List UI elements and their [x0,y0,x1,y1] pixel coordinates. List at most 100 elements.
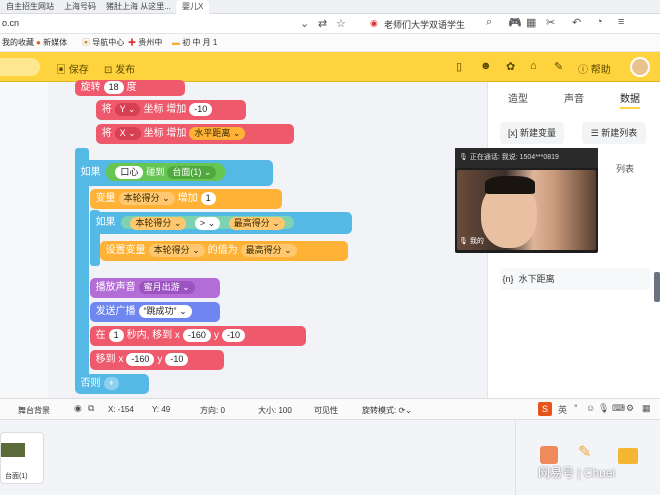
video-call-caption: 🎙 正在通话: 我说: 1504***0819 [455,148,598,168]
ime-grid-icon[interactable]: ▦ [642,403,651,414]
touching-color-condition[interactable]: 口心 碰到 台面(1) ⌄ [106,163,226,182]
x-readout[interactable]: X: -154 [108,405,134,414]
publish-button[interactable]: ⊡ 发布 [104,61,135,76]
bookmark-item[interactable]: 我的收藏 [2,37,34,48]
game-icon[interactable]: 🎮 [508,16,522,29]
bookmark-folder[interactable]: ▬ 初 中 月 1 [172,37,217,48]
change-variable-block[interactable]: 变量 本轮得分 ⌄ 增加 1 [90,189,282,209]
mic-indicator: 🎙 我的 [459,238,484,245]
history-icon[interactable]: ◔ [596,16,603,28]
search-engine-icon[interactable]: ◉ [370,18,378,29]
search-icon[interactable]: ⌕ [486,16,492,29]
avatar[interactable] [630,57,650,77]
bookmark-item[interactable]: ▣ 导航中心 [82,37,124,48]
phone-icon[interactable]: ▯ [456,60,462,73]
x-input[interactable]: -160 [182,328,211,342]
new-list-button[interactable]: ☰ 新建列表 [582,122,646,144]
ime-punct-icon[interactable]: ° [574,403,578,413]
upload-folder-icon[interactable] [618,448,638,464]
sprite-thumbnail-image [1,443,25,457]
go-to-xy-block[interactable]: 移到 x -160 y -10 [90,350,224,370]
sogou-ime-icon[interactable]: S [538,402,552,416]
emoji-icon[interactable]: ☺ [586,403,595,413]
variable-dropdown[interactable]: 本轮得分 ⌄ [118,191,175,205]
browser-tab-active[interactable]: 婴儿X [176,0,210,14]
change-x-block[interactable]: 将X ⌄ 坐标 增加 水平距离 ⌄ [96,124,294,144]
size-readout[interactable]: 大小: 100 [258,405,292,416]
search-input[interactable]: 老师们大学双语学生 [384,18,465,31]
help-button[interactable]: ⓘ 帮助 [578,61,611,76]
project-name-field[interactable] [0,58,40,76]
block-palette-edge [0,82,48,398]
copy-icon[interactable]: ⧉ [88,403,94,414]
axis-dropdown[interactable]: X ⌄ [114,126,141,140]
bookmark-item[interactable]: ● 新媒体 [36,37,67,48]
save-button[interactable]: ▣ 保存 [56,61,89,76]
tab-data[interactable]: 数据 [620,90,640,109]
browser-tab[interactable]: 自主招生网站 [0,0,60,14]
tab-sounds[interactable]: 声音 [564,90,584,105]
share-icon[interactable]: ⇄ [318,17,327,30]
y-input[interactable]: -10 [221,328,245,342]
sprite-list-area: 台面(1) ✎ 网易号 | Chuei [0,420,660,495]
browser-tab[interactable]: 上海号码 [58,0,102,14]
mascot-icon[interactable]: ☻ [480,60,492,72]
grid-icon[interactable]: ▦ [526,16,536,29]
sprite-thumbnail-label: 台面(1) [5,473,28,480]
variable-item[interactable]: {n} 水下距离 [500,268,650,290]
glide-block[interactable]: 在 1 秒内, 移到 x -160 y -10 [90,326,306,346]
extension-icon[interactable]: ✿ [506,60,515,73]
y-input[interactable]: -10 [165,352,189,366]
y-readout[interactable]: Y: 49 [152,405,170,414]
watermark: 网易号 | Chuei [538,466,616,480]
sound-dropdown[interactable]: 蜜月出游 ⌄ [138,280,195,294]
seconds-input[interactable]: 1 [108,328,124,342]
star-icon[interactable]: ☆ [336,17,346,30]
rotation-mode[interactable]: 旋转模式: ⟳⌄ [362,405,412,416]
axis-dropdown[interactable]: Y ⌄ [114,102,141,116]
sprite-name-field[interactable]: 舞台背景 [18,405,50,416]
tab-costumes[interactable]: 造型 [508,90,528,105]
bookmark-item[interactable]: ✚ 贵州中 [128,37,162,48]
menu-icon[interactable]: ≡ [618,16,624,28]
direction-readout[interactable]: 方向: 0 [200,405,225,416]
value-input[interactable]: -10 [189,102,213,116]
visibility-label: 可见性 [314,406,338,415]
broadcast-block[interactable]: 发送广播 “跳成功” ⌄ [90,302,220,322]
url-text[interactable]: o.cn [2,18,19,28]
change-y-block[interactable]: 将Y ⌄ 坐标 增加 -10 [96,100,246,120]
inner-if-block[interactable]: 如果 本轮得分 ⌄ > ⌄ 最高得分 ⌄ [90,212,352,234]
paint-sprite-icon[interactable]: ✎ [578,442,591,462]
turn-block[interactable]: 旋转 18 度 [75,80,185,96]
sprite-thumbnail[interactable]: 台面(1) [0,432,44,484]
x-input[interactable]: -160 [126,352,155,366]
panel-scroll-handle[interactable] [654,272,660,302]
if-block[interactable]: 如果 口心 碰到 台面(1) ⌄ [75,160,273,186]
variable-reporter[interactable]: 最高得分 ⌄ [240,243,297,257]
set-variable-block[interactable]: 设置变量 本轮得分 ⌄ 的值为 最高得分 ⌄ [100,241,348,261]
message-dropdown[interactable]: “跳成功” ⌄ [138,304,192,318]
editor-header: ▣ 保存 ⊡ 发布 ▯ ☻ ✿ ⌂ ✎ ⓘ 帮助 [0,52,660,82]
play-sound-block[interactable]: 播放声音 蜜月出游 ⌄ [90,278,220,298]
add-branch-icon[interactable]: + [103,376,119,390]
browser-tab[interactable]: 猪肚上海 从这里... [100,0,177,14]
comparison-condition[interactable]: 本轮得分 ⌄ > ⌄ 最高得分 ⌄ [121,215,294,230]
ime-settings-icon[interactable]: ⚙ [626,403,634,414]
webcam-hair [485,176,535,194]
visibility-icon[interactable]: ◉ [74,403,82,414]
add-sprite-icon[interactable] [540,446,558,464]
paint-icon[interactable]: ✎ [554,60,563,73]
ime-mic-icon[interactable]: 🎙 [598,403,609,414]
dropdown-icon[interactable]: ⌄ [300,17,309,30]
variable-reporter[interactable]: 水平距离 ⌄ [189,126,246,140]
new-variable-button[interactable]: [x] 新建变量 [500,122,564,144]
ime-lang-icon[interactable]: 英 [558,403,567,416]
undo-icon[interactable]: ↶ [572,16,581,29]
video-call-window[interactable]: 🎙 正在通话: 我说: 1504***0819 🎙 我的 [455,148,598,253]
keyboard-icon[interactable]: ⌨ [612,403,625,414]
variable-dropdown[interactable]: 本轮得分 ⌄ [148,243,205,257]
robot-icon[interactable]: ⌂ [530,60,537,72]
value-input[interactable]: 1 [200,191,216,205]
else-block[interactable]: 否则 + [75,374,149,394]
tools-icon[interactable]: ✂ [546,16,555,29]
